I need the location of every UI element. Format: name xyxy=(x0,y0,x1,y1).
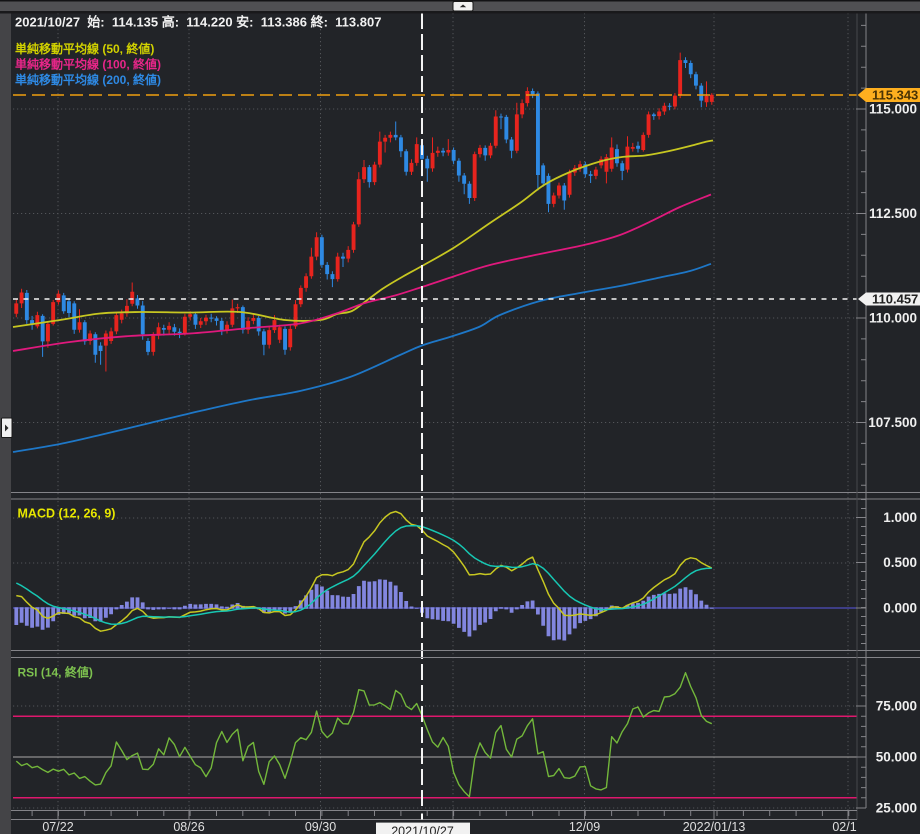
svg-text:単純移動平均線 (50, 終値): 単純移動平均線 (50, 終値) xyxy=(15,41,154,56)
svg-text:2022/01/13: 2022/01/13 xyxy=(683,820,746,834)
svg-text:MACD (12, 26, 9): MACD (12, 26, 9) xyxy=(18,507,116,521)
svg-text:75.000: 75.000 xyxy=(876,699,917,714)
svg-text:112.500: 112.500 xyxy=(869,206,917,221)
svg-text:02/17: 02/17 xyxy=(832,820,863,834)
svg-text:12/09: 12/09 xyxy=(569,820,600,834)
svg-text:単純移動平均線 (100, 終値): 単純移動平均線 (100, 終値) xyxy=(15,57,161,72)
svg-text:0.500: 0.500 xyxy=(883,555,917,570)
svg-text:110.457: 110.457 xyxy=(872,292,918,307)
svg-text:09/30: 09/30 xyxy=(305,820,336,834)
svg-text:単純移動平均線 (200, 終値): 単純移動平均線 (200, 終値) xyxy=(15,72,161,87)
svg-text:115.000: 115.000 xyxy=(869,102,917,117)
svg-text:25.000: 25.000 xyxy=(876,801,917,816)
svg-text:2021/10/27: 2021/10/27 xyxy=(391,824,454,834)
svg-text:107.500: 107.500 xyxy=(868,415,917,430)
svg-text:1.000: 1.000 xyxy=(883,510,917,525)
svg-text:110.000: 110.000 xyxy=(869,311,917,326)
svg-text:RSI (14, 終値): RSI (14, 終値) xyxy=(18,665,93,680)
svg-text:07/22: 07/22 xyxy=(42,820,73,834)
svg-text:2021/10/27 始: 114.135 高: 11: 2021/10/27 始: 114.135 高: 114.220 安: 113.… xyxy=(15,15,381,30)
svg-text:115.343: 115.343 xyxy=(872,88,918,103)
svg-text:08/26: 08/26 xyxy=(173,820,204,834)
svg-text:50.000: 50.000 xyxy=(876,750,917,765)
svg-text:0.000: 0.000 xyxy=(883,601,917,616)
